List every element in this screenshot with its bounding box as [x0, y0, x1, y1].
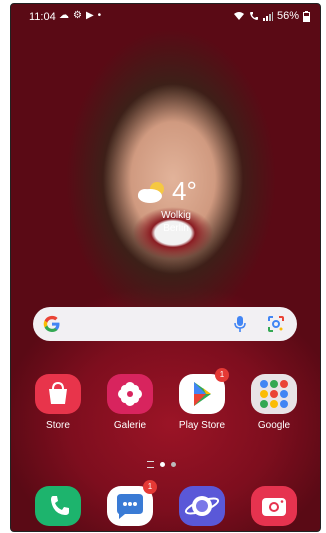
app-label: Store [46, 420, 70, 431]
call-icon [249, 12, 258, 20]
partly-cloudy-icon [138, 182, 164, 203]
phone-app[interactable] [35, 486, 81, 526]
notification-badge: 1 [143, 480, 157, 494]
google-lens-icon[interactable] [267, 315, 285, 333]
battery-icon [303, 10, 310, 22]
google-folder-icon [251, 374, 297, 414]
app-galerie[interactable]: Galerie [99, 374, 161, 431]
play-store-icon: 1 [179, 368, 229, 414]
app-label: Play Store [178, 420, 226, 431]
flower-icon [107, 374, 153, 414]
camera-icon [262, 498, 286, 516]
notification-badge: 1 [215, 368, 229, 382]
camera-app[interactable] [251, 486, 297, 526]
planet-icon [184, 496, 220, 516]
weather-temperature: 4° [172, 176, 197, 206]
internet-app[interactable] [179, 486, 225, 526]
page-home-dot [160, 462, 165, 467]
cloud-icon: ☁ [59, 10, 69, 21]
notification-icons: ☁ ⚙ ▶ • [59, 10, 101, 22]
page-list-icon [147, 461, 154, 468]
page-dot [171, 462, 176, 467]
system-icons: 56% [233, 10, 310, 22]
app-store[interactable]: Store [27, 374, 89, 431]
wifi-icon [233, 12, 244, 20]
google-g-icon [43, 315, 60, 332]
gear-icon: ⚙ [73, 10, 82, 21]
status-time: 11:04 [29, 11, 56, 23]
app-play-store[interactable]: 1 Play Store [171, 368, 233, 431]
messages-app[interactable]: 1 [107, 480, 157, 526]
microphone-icon[interactable] [233, 315, 247, 333]
phone-icon [51, 496, 69, 515]
signal-icon [262, 12, 273, 21]
status-bar: 11:04 ☁ ⚙ ▶ • 56% [11, 4, 320, 28]
google-search-bar[interactable] [33, 307, 297, 341]
weather-condition: Wolkig [161, 210, 191, 221]
weather-city: Berlin [163, 223, 189, 234]
dot-icon: • [97, 10, 102, 21]
app-label: Galerie [113, 420, 147, 431]
play-icon: ▶ [85, 10, 94, 21]
store-bag-icon [35, 374, 81, 414]
app-google-folder[interactable]: Google [243, 374, 305, 431]
home-screen: 11:04 ☁ ⚙ ▶ • 56% 4° Wolkig Berlin Store… [10, 3, 321, 532]
page-indicator[interactable] [147, 461, 176, 468]
app-label: Google [257, 420, 291, 431]
battery-level: 56% [276, 10, 299, 22]
